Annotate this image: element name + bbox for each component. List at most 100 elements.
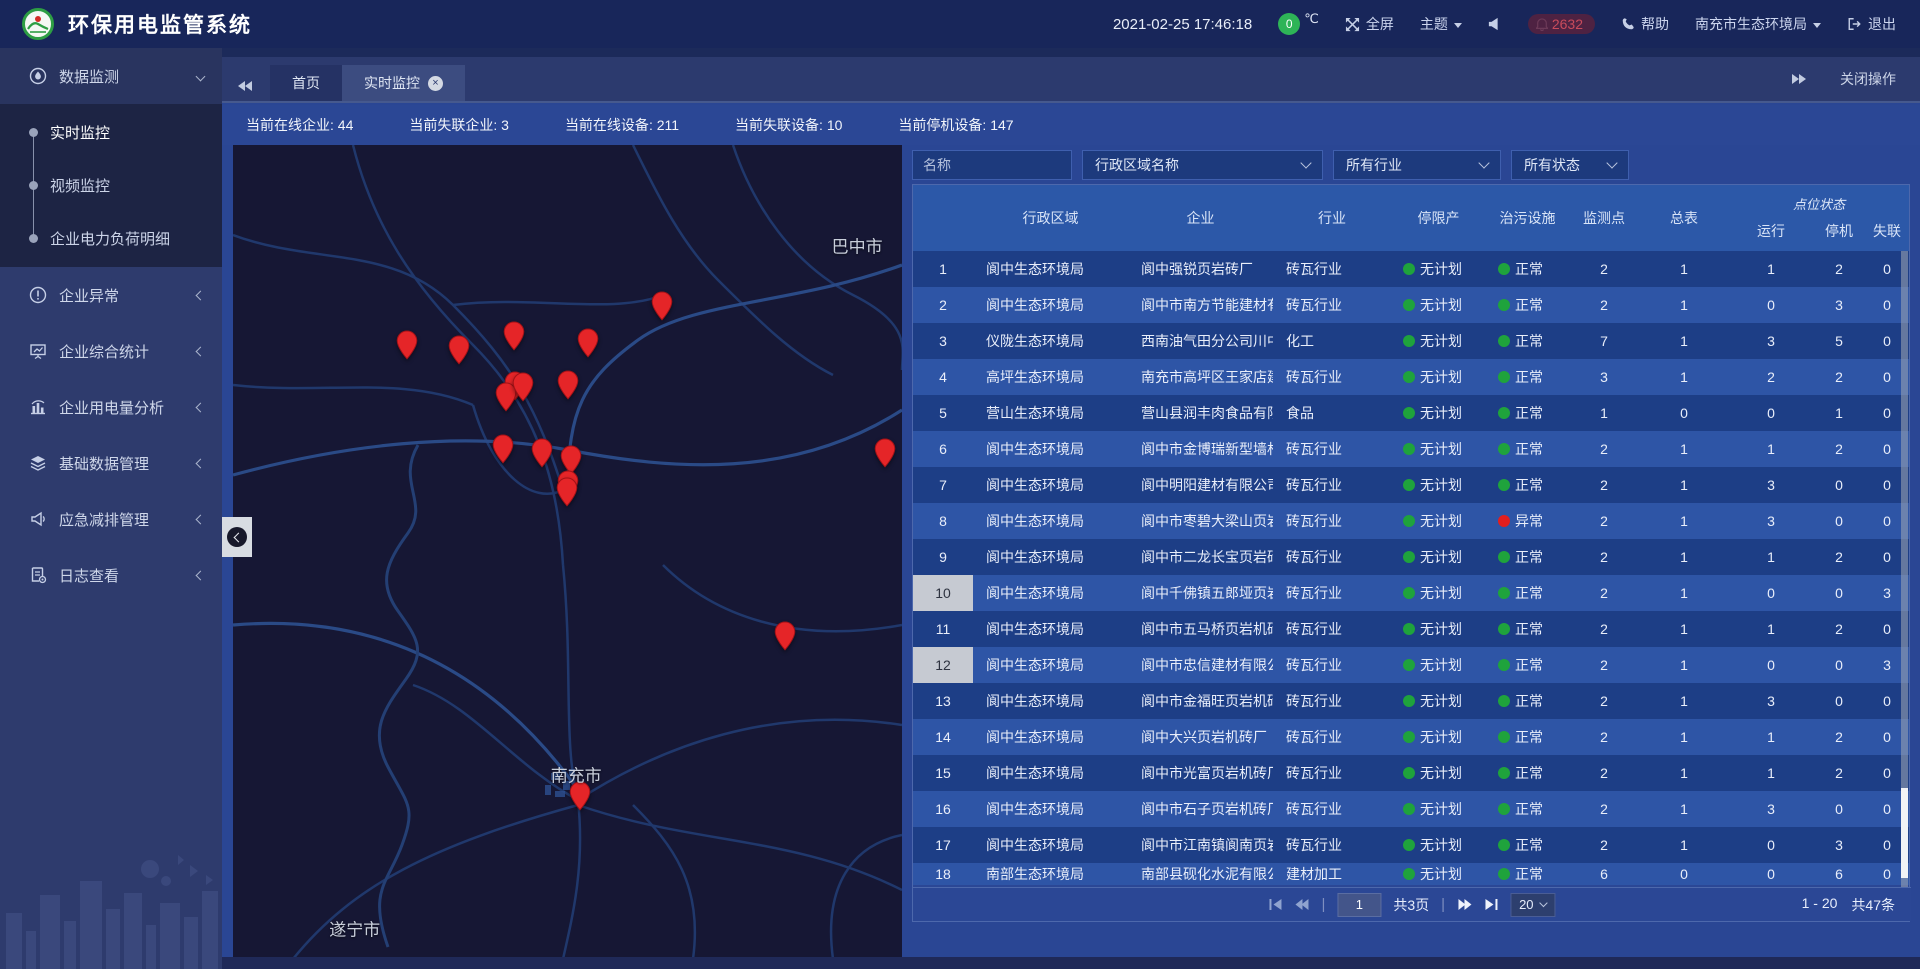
total-pages-label: 共3页 [1393, 895, 1429, 915]
chevron-down-icon [1300, 157, 1311, 168]
sidebar-item[interactable]: 企业综合统计 [0, 323, 222, 379]
fullscreen-button[interactable]: 全屏 [1345, 14, 1394, 34]
cell-points: 2 [1569, 755, 1639, 791]
table-row[interactable]: 1阆中生态环境局阆中强锐页岩砖厂砖瓦行业无计划正常21120 [913, 251, 1909, 287]
table-row[interactable]: 13阆中生态环境局阆中市金福旺页岩机砖砖瓦行业无计划正常21300 [913, 683, 1909, 719]
table-row[interactable]: 7阆中生态环境局阆中明阳建材有限公司砖瓦行业无计划正常21300 [913, 467, 1909, 503]
cell-industry: 砖瓦行业 [1273, 467, 1391, 503]
map-collapse-button[interactable] [222, 517, 252, 557]
cell-index: 6 [913, 431, 973, 467]
cell-facility-status: 正常 [1486, 611, 1569, 647]
sidebar-subitem[interactable]: 企业电力负荷明细 [0, 212, 222, 265]
org-dropdown[interactable]: 南充市生态环境局 [1695, 14, 1821, 34]
next-page-button[interactable] [1457, 898, 1472, 911]
table-scrollbar [1901, 251, 1908, 888]
chevron-down-icon [1454, 23, 1462, 28]
cell-company: 西南油气田分公司川中 [1128, 323, 1273, 359]
cell-industry: 砖瓦行业 [1273, 287, 1391, 323]
help-button[interactable]: 帮助 [1621, 14, 1669, 34]
sidebar-item[interactable]: 企业异常 [0, 267, 222, 323]
sidebar-item[interactable]: 企业用电量分析 [0, 379, 222, 435]
cell-district: 营山生态环境局 [973, 395, 1128, 431]
next-page-icon [1457, 898, 1472, 911]
table-row[interactable]: 18南部生态环境局南部县砚化水泥有限公建材加工无计划正常60060 [913, 863, 1909, 885]
cell-limit-status: 无计划 [1391, 719, 1486, 755]
cell-stopped: 2 [1813, 431, 1865, 467]
chevron-left-icon [196, 514, 206, 524]
industry-select[interactable]: 所有行业 [1333, 150, 1501, 180]
sidebar-item-label: 企业综合统计 [59, 341, 149, 362]
table-row[interactable]: 15阆中生态环境局阆中市光富页岩机砖厂砖瓦行业无计划正常21120 [913, 755, 1909, 791]
cell-facility-status: 正常 [1486, 791, 1569, 827]
sidebar-item[interactable]: 日志查看 [0, 547, 222, 603]
table-row[interactable]: 2阆中生态环境局阆中市南方节能建材有砖瓦行业无计划正常21030 [913, 287, 1909, 323]
name-search-input[interactable] [912, 150, 1072, 180]
table-row[interactable]: 10阆中生态环境局阆中千佛镇五郎垭页岩砖瓦行业无计划正常21003 [913, 575, 1909, 611]
cell-index: 4 [913, 359, 973, 395]
cell-limit-status: 无计划 [1391, 503, 1486, 539]
cell-meters: 1 [1639, 323, 1729, 359]
cell-running: 1 [1729, 611, 1813, 647]
cell-district: 高坪生态环境局 [973, 359, 1128, 395]
cell-running: 1 [1729, 251, 1813, 287]
status-select[interactable]: 所有状态 [1511, 150, 1629, 180]
cell-company: 阆中大兴页岩机砖厂 [1128, 719, 1273, 755]
page-number-input[interactable] [1337, 893, 1381, 917]
tab-scroll-left-button[interactable] [238, 81, 252, 91]
close-tab-icon[interactable]: × [428, 76, 443, 91]
mute-speaker-icon[interactable] [1488, 17, 1502, 31]
app-logo-icon [22, 8, 54, 40]
tab-scroll-right-button[interactable] [1792, 74, 1806, 84]
table-row[interactable]: 16阆中生态环境局阆中市石子页岩机砖厂砖瓦行业无计划正常21300 [913, 791, 1909, 827]
table-row[interactable]: 6阆中生态环境局阆中市金博瑞新型墙材砖瓦行业无计划正常21120 [913, 431, 1909, 467]
notification-badge[interactable]: 2632 [1528, 14, 1595, 34]
logout-button[interactable]: 退出 [1847, 14, 1896, 34]
sidebar-item[interactable]: 数据监测 [0, 48, 222, 104]
table-row[interactable]: 11阆中生态环境局阆中市五马桥页岩机砖砖瓦行业无计划正常21120 [913, 611, 1909, 647]
scrollbar-thumb[interactable] [1901, 788, 1908, 878]
cell-facility-status: 正常 [1486, 251, 1569, 287]
bullet-dot-icon [29, 234, 38, 243]
last-page-button[interactable] [1484, 898, 1498, 911]
close-operations-button[interactable]: 关闭操作 [1840, 69, 1896, 89]
stat-stopped-devices: 当前停机设备147 [898, 115, 1013, 135]
datetime: 2021-02-25 17:46:18 [1113, 16, 1252, 33]
cell-index: 17 [913, 827, 973, 863]
region-select[interactable]: 行政区域名称 [1082, 150, 1323, 180]
cell-points: 2 [1569, 791, 1639, 827]
cell-facility-status: 正常 [1486, 683, 1569, 719]
stat-online-devices: 当前在线设备211 [565, 115, 679, 135]
table-row[interactable]: 14阆中生态环境局阆中大兴页岩机砖厂砖瓦行业无计划正常21120 [913, 719, 1909, 755]
theme-dropdown[interactable]: 主题 [1420, 14, 1462, 34]
tab-home[interactable]: 首页 [270, 65, 342, 101]
exit-icon [1847, 17, 1862, 31]
table-row[interactable]: 4高坪生态环境局南充市高坪区王家店建砖瓦行业无计划正常31220 [913, 359, 1909, 395]
table-row[interactable]: 8阆中生态环境局阆中市枣碧大梁山页岩砖瓦行业无计划异常21300 [913, 503, 1909, 539]
cell-district: 阆中生态环境局 [973, 683, 1128, 719]
table-row[interactable]: 17阆中生态环境局阆中市江南镇阆南页岩砖瓦行业无计划正常21030 [913, 827, 1909, 863]
cell-meters: 1 [1639, 431, 1729, 467]
table-row[interactable]: 5营山生态环境局营山县润丰肉食品有限食品无计划正常10010 [913, 395, 1909, 431]
prev-page-button[interactable] [1294, 898, 1309, 911]
map-panel[interactable]: 巴中市南充市遂宁市 [233, 145, 902, 959]
cell-district: 阆中生态环境局 [973, 647, 1128, 683]
first-page-button[interactable] [1268, 898, 1282, 911]
sidebar-item[interactable]: 应急减排管理 [0, 491, 222, 547]
tab-realtime-monitor[interactable]: 实时监控 × [342, 65, 465, 101]
column-points: 监测点 [1569, 185, 1639, 251]
cell-index: 14 [913, 719, 973, 755]
cell-facility-status: 正常 [1486, 539, 1569, 575]
table-row[interactable]: 9阆中生态环境局阆中市二龙长宝页岩砖砖瓦行业无计划正常21120 [913, 539, 1909, 575]
table-row[interactable]: 3仪陇生态环境局西南油气田分公司川中化工无计划正常71350 [913, 323, 1909, 359]
sidebar-item-label: 基础数据管理 [59, 453, 149, 474]
page-size-select[interactable]: 20 [1510, 893, 1555, 917]
sidebar-subitem[interactable]: 实时监控 [0, 106, 222, 159]
sidebar-subitem-label: 实时监控 [50, 122, 110, 143]
cell-index: 8 [913, 503, 973, 539]
bar-chart-icon [28, 397, 48, 417]
table-row[interactable]: 12阆中生态环境局阆中市忠信建材有限公砖瓦行业无计划正常21003 [913, 647, 1909, 683]
table-header: 行政区域 企业 行业 停限产 治污设施 监测点 总表 运行 停机 失联 点位状态 [913, 185, 1909, 251]
sidebar-subitem[interactable]: 视频监控 [0, 159, 222, 212]
cell-index: 9 [913, 539, 973, 575]
sidebar-item[interactable]: 基础数据管理 [0, 435, 222, 491]
